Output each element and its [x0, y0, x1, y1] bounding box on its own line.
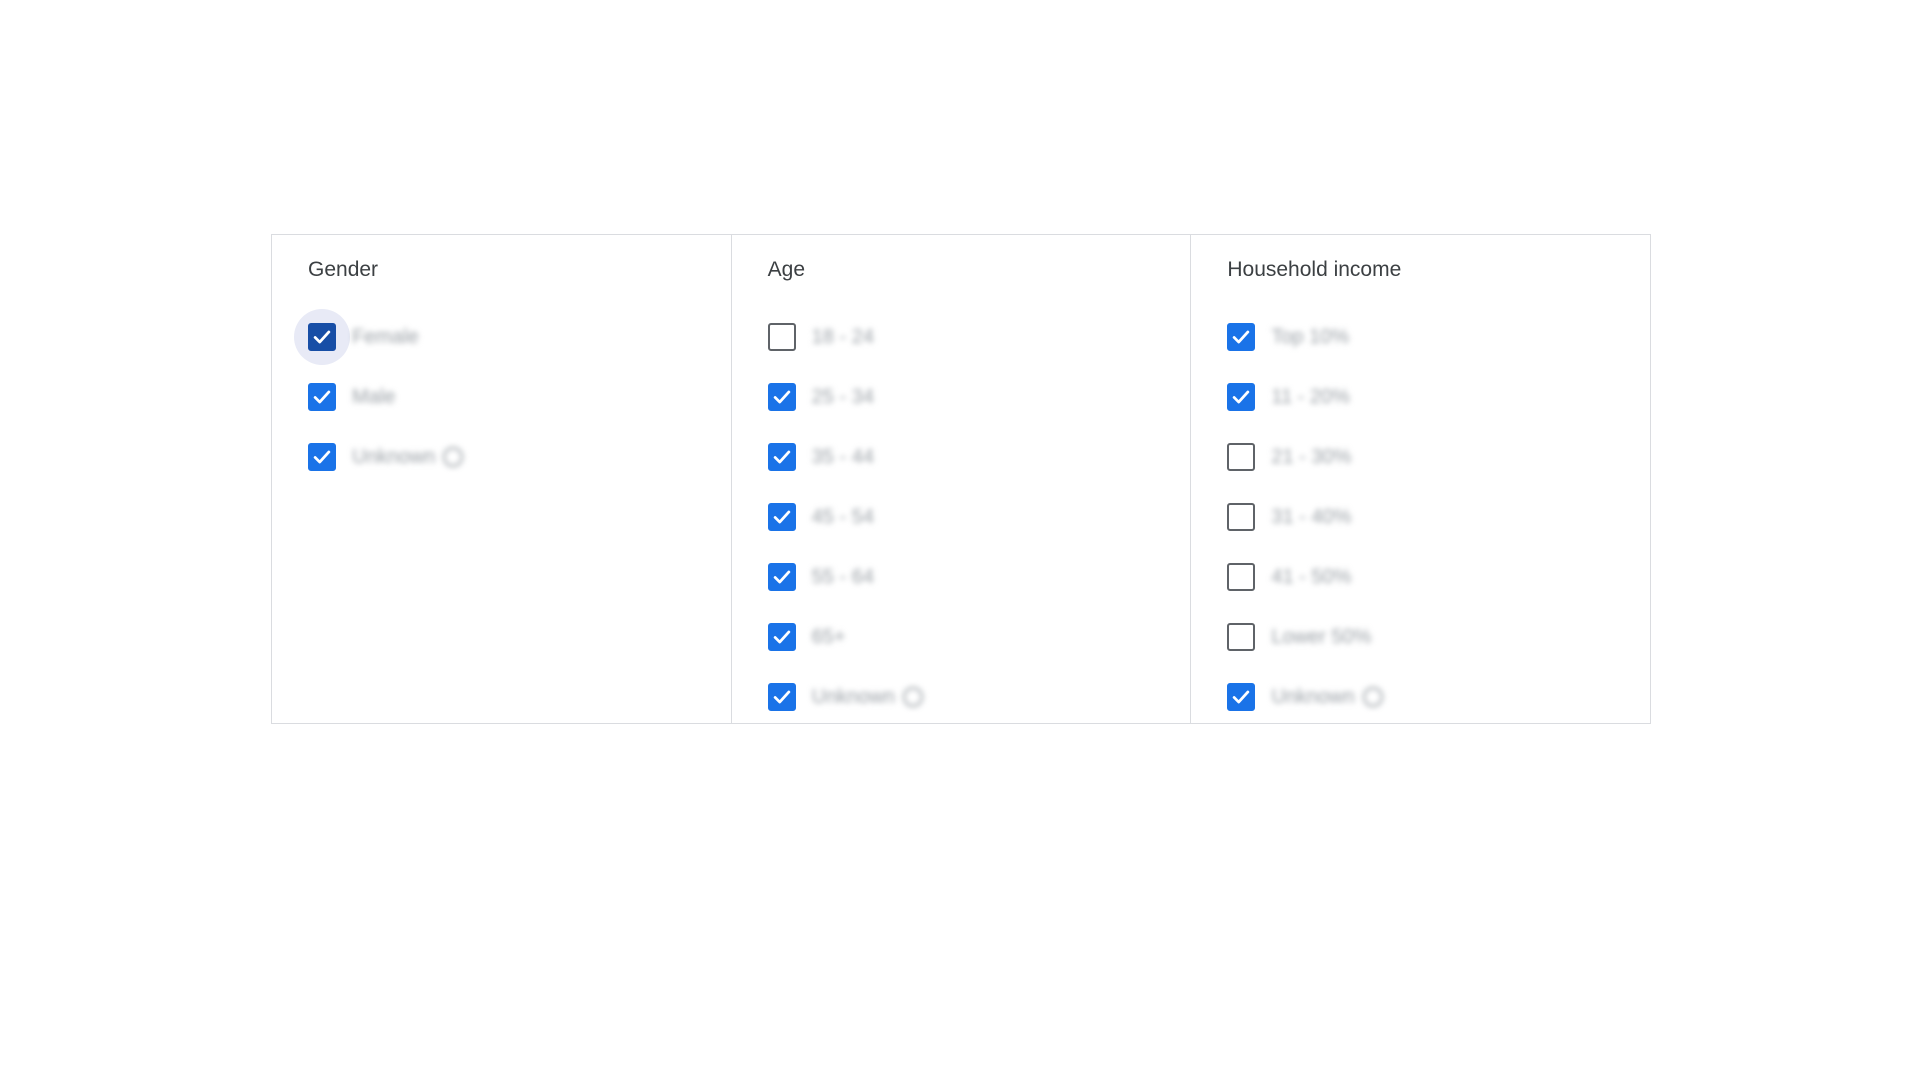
check-icon — [773, 570, 790, 584]
checkbox-ripple[interactable] — [754, 489, 810, 545]
option-label: 11 - 20% — [1271, 385, 1350, 408]
checkbox-ripple[interactable] — [1213, 489, 1269, 545]
checkbox-option[interactable]: Unknown — [754, 667, 1191, 727]
checkbox-option[interactable]: 55 - 64 — [754, 547, 1191, 607]
option-list: Top 10% 11 - 20% 21 - 30% 31 - 40% 41 - 50% L… — [1227, 307, 1650, 727]
check-icon — [1233, 390, 1250, 404]
help-circle-icon[interactable] — [903, 687, 924, 707]
checkbox-ripple[interactable] — [1213, 429, 1269, 485]
checkbox-option[interactable]: 65+ — [754, 607, 1191, 667]
check-icon — [313, 450, 331, 464]
checkbox-ripple[interactable] — [754, 369, 810, 425]
option-label: Male — [352, 385, 396, 408]
checkbox[interactable] — [1227, 443, 1256, 471]
option-label: Unknown — [352, 445, 436, 468]
option-label: Lower 50% — [1271, 625, 1372, 648]
demographics-panel: Gender Female Male Unknown Age 18 - 24 25 -… — [271, 234, 1651, 724]
checkbox[interactable] — [767, 323, 796, 351]
checkbox[interactable] — [308, 443, 336, 471]
checkbox-ripple[interactable] — [294, 369, 350, 425]
checkbox[interactable] — [1227, 323, 1256, 351]
help-circle-icon[interactable] — [443, 447, 464, 467]
check-icon — [313, 390, 331, 404]
checkbox[interactable] — [1227, 683, 1256, 711]
checkbox-option[interactable]: 21 - 30% — [1213, 427, 1650, 487]
checkbox-ripple[interactable] — [294, 429, 350, 485]
age-column: Age 18 - 24 25 - 34 35 - 44 45 - 54 55 - 64 6… — [732, 235, 1192, 723]
checkbox[interactable] — [767, 623, 796, 651]
option-label: 55 - 64 — [811, 565, 874, 588]
check-icon — [773, 450, 790, 464]
option-label: Unknown — [811, 685, 896, 708]
checkbox[interactable] — [767, 683, 796, 711]
checkbox[interactable] — [767, 563, 796, 591]
checkbox-ripple[interactable] — [1213, 549, 1269, 605]
option-label: 18 - 24 — [811, 325, 874, 348]
check-icon — [1233, 690, 1250, 704]
checkbox-option[interactable]: Top 10% — [1213, 307, 1650, 367]
gender-column: Gender Female Male Unknown — [272, 235, 732, 723]
option-list: 18 - 24 25 - 34 35 - 44 45 - 54 55 - 64 65+ Un… — [767, 307, 1191, 727]
checkbox[interactable] — [767, 443, 796, 471]
option-list: Female Male Unknown — [294, 307, 731, 487]
option-label: 25 - 34 — [811, 385, 874, 408]
checkbox-option[interactable]: Unknown — [1213, 667, 1650, 727]
help-circle-icon[interactable] — [1362, 687, 1383, 707]
checkbox[interactable] — [308, 323, 336, 351]
checkbox[interactable] — [1227, 503, 1256, 531]
checkbox-ripple[interactable] — [1213, 369, 1269, 425]
checkbox-option[interactable]: 41 - 50% — [1213, 547, 1650, 607]
check-icon — [773, 690, 790, 704]
checkbox-ripple[interactable] — [754, 309, 810, 365]
checkbox-ripple[interactable] — [1213, 669, 1269, 725]
checkbox-option[interactable]: 31 - 40% — [1213, 487, 1650, 547]
checkbox[interactable] — [1227, 383, 1256, 411]
check-icon — [1233, 330, 1250, 344]
checkbox-option[interactable]: 35 - 44 — [754, 427, 1191, 487]
option-label: 45 - 54 — [811, 505, 874, 528]
column-title-gender: Gender — [308, 258, 379, 281]
checkbox-option[interactable]: 45 - 54 — [754, 487, 1191, 547]
checkbox-option[interactable]: Unknown — [294, 427, 731, 487]
checkbox-option[interactable]: 18 - 24 — [754, 307, 1191, 367]
check-icon — [773, 630, 790, 644]
checkbox[interactable] — [1227, 563, 1256, 591]
checkbox-option[interactable]: Female — [294, 307, 731, 367]
checkbox-option[interactable]: Male — [294, 367, 731, 427]
checkbox-option[interactable]: Lower 50% — [1213, 607, 1650, 667]
household-income-column: Household income Top 10% 11 - 20% 21 - 30%… — [1191, 235, 1650, 723]
option-label: Top 10% — [1271, 325, 1350, 348]
checkbox-ripple[interactable] — [754, 549, 810, 605]
checkbox-ripple[interactable] — [754, 669, 810, 725]
check-icon — [773, 510, 790, 524]
checkbox-option[interactable]: 25 - 34 — [754, 367, 1191, 427]
checkbox-ripple[interactable] — [1213, 609, 1269, 665]
option-label: Female — [352, 325, 419, 348]
option-label: 31 - 40% — [1271, 505, 1352, 528]
option-label: 21 - 30% — [1271, 445, 1352, 468]
check-icon — [313, 330, 331, 344]
checkbox-ripple[interactable] — [754, 429, 810, 485]
column-title-age: Age — [767, 258, 806, 281]
checkbox[interactable] — [308, 383, 336, 411]
option-label: 35 - 44 — [811, 445, 874, 468]
option-label: 41 - 50% — [1271, 565, 1352, 588]
checkbox[interactable] — [767, 503, 796, 531]
checkbox-option[interactable]: 11 - 20% — [1213, 367, 1650, 427]
option-label: Unknown — [1271, 685, 1355, 708]
checkbox[interactable] — [1227, 623, 1256, 651]
option-label: 65+ — [811, 625, 846, 648]
checkbox-ripple[interactable] — [294, 309, 350, 365]
checkbox-ripple[interactable] — [754, 609, 810, 665]
column-title-household-income: Household income — [1227, 258, 1402, 281]
checkbox-ripple[interactable] — [1213, 309, 1269, 365]
check-icon — [773, 390, 790, 404]
checkbox[interactable] — [767, 383, 796, 411]
